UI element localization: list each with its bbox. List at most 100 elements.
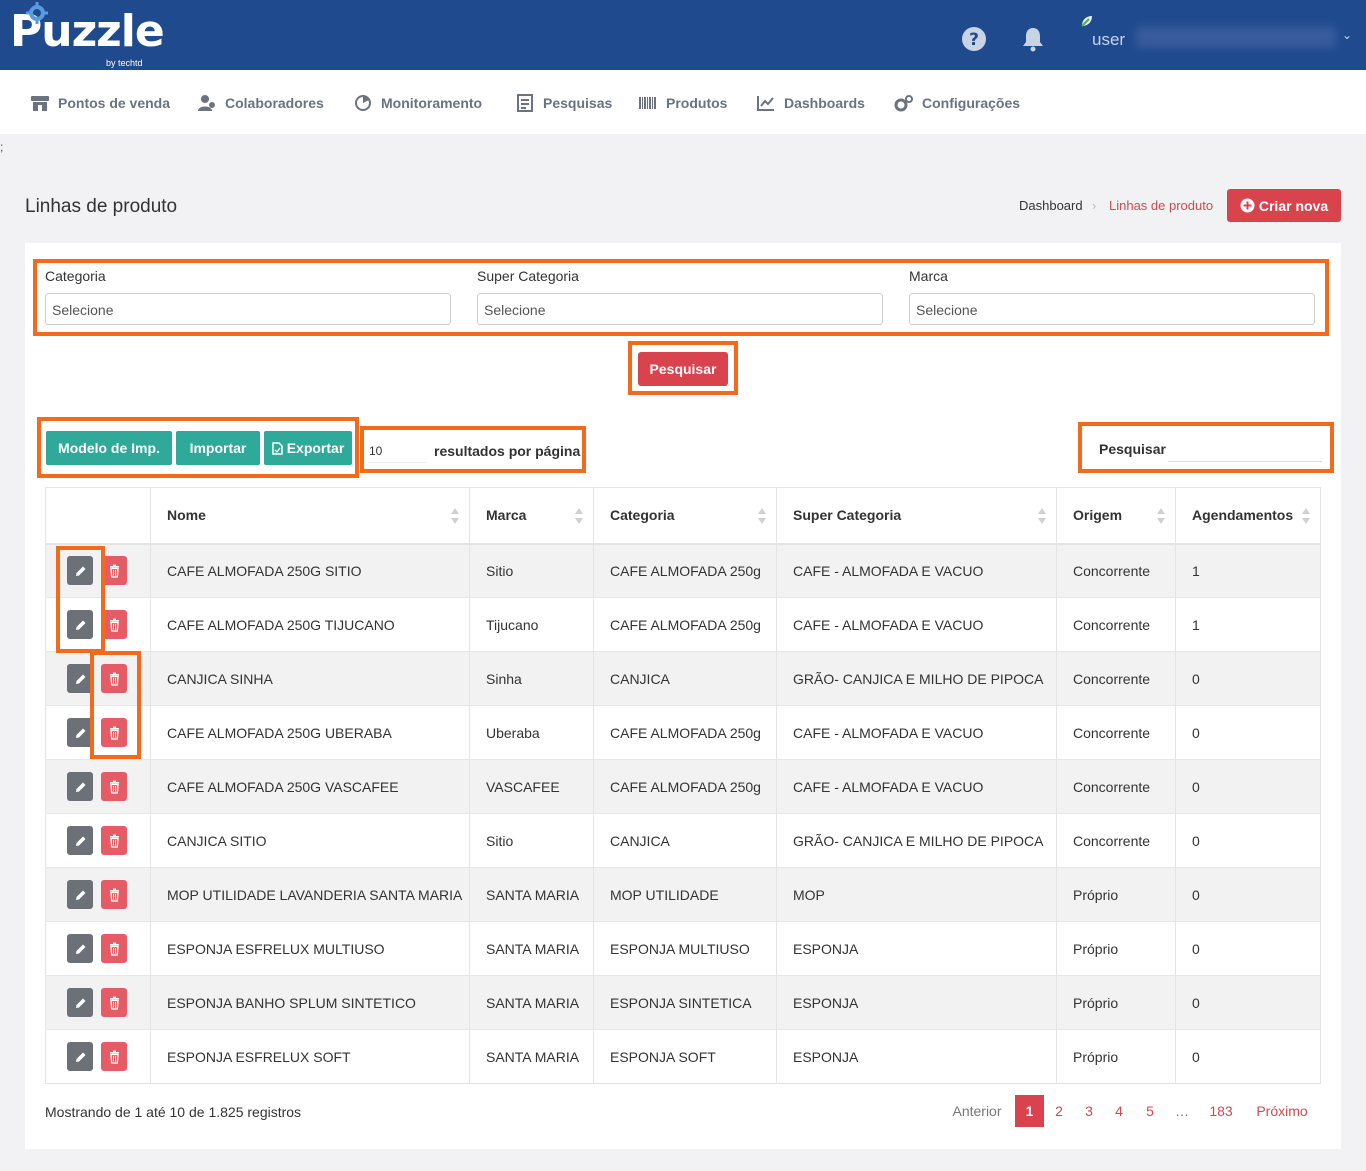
column-actions [45,487,151,545]
pagination-page-183[interactable]: 183 [1204,1095,1238,1127]
delete-button[interactable] [101,934,127,963]
cell-agendamentos: 0 [1175,705,1321,760]
cell-agendamentos: 0 [1175,651,1321,706]
pagination-previous[interactable]: Anterior [944,1095,1010,1127]
cell-super-categoria: CAFE - ALMOFADA E VACUO [776,597,1057,652]
cell-super-categoria: CAFE - ALMOFADA E VACUO [776,705,1057,760]
edit-button[interactable] [67,772,93,801]
sort-icon[interactable] [1157,508,1165,524]
barcode-icon [639,97,656,109]
nav-item-produtos[interactable]: Produtos [638,94,727,112]
nav-item-monitoramento[interactable]: Monitoramento [353,94,482,112]
column-marca-label: Marca [486,507,527,524]
sort-icon[interactable] [451,508,459,524]
cell-super-categoria: ESPONJA [776,1029,1057,1084]
breadcrumb-separator: › [1092,198,1097,213]
pagination-page-5[interactable]: 5 [1138,1095,1162,1127]
edit-button[interactable] [67,988,93,1017]
cell-nome: CAFE ALMOFADA 250G UBERABA [150,705,470,760]
sort-icon[interactable] [758,508,766,524]
nav-item-configuracoes[interactable]: Configurações [894,94,1020,112]
delete-button[interactable] [101,880,127,909]
nav-item-dashboards[interactable]: Dashboards [756,94,865,112]
filter-marca-select[interactable]: Selecione [909,293,1315,325]
sort-icon[interactable] [1038,508,1046,524]
chart-icon [757,96,774,111]
radar-icon [355,95,371,111]
nav-item-label: Colaboradores [225,95,324,111]
import-button[interactable]: Importar [176,431,260,465]
cell-marca: VASCAFEE [469,759,594,814]
nav-item-pesquisas[interactable]: Pesquisas [515,94,612,112]
nav-item-colaboradores[interactable]: Colaboradores [197,94,324,112]
nav-item-label: Produtos [666,95,728,111]
export-button[interactable]: Exportar [264,431,352,465]
trash-icon [109,888,119,902]
nav-item-pontos-de-venda[interactable]: Pontos de venda [30,94,170,112]
cell-agendamentos: 0 [1175,867,1321,922]
create-new-button[interactable]: Criar nova [1227,189,1341,222]
puzzle-logo[interactable]: Puzzle by techtd [10,2,165,68]
column-super-categoria[interactable]: Super Categoria [776,487,1057,545]
user-menu[interactable]: user ⌄ [1080,16,1360,58]
stray-text: ; [0,140,4,154]
cell-categoria: ESPONJA SINTETICA [593,975,777,1030]
cell-categoria: ESPONJA SOFT [593,1029,777,1084]
delete-button[interactable] [101,1042,127,1071]
trash-icon [109,942,119,956]
edit-button[interactable] [67,1042,93,1071]
cell-super-categoria: ESPONJA [776,921,1057,976]
cell-nome: CAFE ALMOFADA 250G TIJUCANO [150,597,470,652]
edit-button[interactable] [67,934,93,963]
pencil-icon [75,890,85,900]
filter-super-categoria-select[interactable]: Selecione [477,293,883,325]
cell-origem: Concorrente [1056,759,1176,814]
model-button[interactable]: Modelo de Imp. [46,431,172,465]
breadcrumb-dashboard[interactable]: Dashboard [1019,198,1083,213]
pagination-page-2[interactable]: 2 [1047,1095,1071,1127]
table-search-input[interactable] [1168,461,1322,462]
cell-nome: MOP UTILIDADE LAVANDERIA SANTA MARIA [150,867,470,922]
per-page-input[interactable]: 10 [368,441,426,463]
column-super-categoria-label: Super Categoria [793,507,902,524]
pagination-page-4[interactable]: 4 [1107,1095,1131,1127]
help-icon[interactable]: ? [961,26,987,52]
pencil-icon [75,782,85,792]
sort-icon[interactable] [1302,508,1310,524]
top-bar: Puzzle by techtd ? user ⌄ [0,0,1366,70]
cell-actions [45,867,151,922]
cell-actions [45,921,151,976]
table-row: CANJICA SITIO Sitio CANJICA GRÃO- CANJICA E… [45,813,1321,868]
table-row: CAFE ALMOFADA 250G UBERABA Uberaba CAFE AL… [45,705,1321,760]
cell-categoria: MOP UTILIDADE [593,867,777,922]
bell-icon[interactable] [1020,26,1046,52]
edit-button[interactable] [67,880,93,909]
user-name-redacted [1136,26,1336,48]
pagination-page-3[interactable]: 3 [1077,1095,1101,1127]
column-categoria[interactable]: Categoria [593,487,777,545]
cell-super-categoria: ESPONJA [776,975,1057,1030]
delete-button[interactable] [101,988,127,1017]
table-row: CAFE ALMOFADA 250G TIJUCANO Tijucano CAFE … [45,597,1321,652]
column-agendamentos-label: Agendamentos [1192,507,1294,524]
trash-icon [109,780,119,794]
edit-button[interactable] [67,826,93,855]
column-agendamentos[interactable]: Agendamentos [1175,487,1321,545]
column-origem[interactable]: Origem [1056,487,1176,545]
survey-icon [517,94,533,112]
cell-agendamentos: 0 [1175,813,1321,868]
filter-categoria-select[interactable]: Selecione [45,293,451,325]
nav-item-label: Monitoramento [381,95,483,111]
delete-button[interactable] [101,772,127,801]
cell-agendamentos: 0 [1175,759,1321,814]
search-button[interactable]: Pesquisar [638,352,728,386]
pagination-next[interactable]: Próximo [1248,1095,1316,1127]
pagination-page-1[interactable]: 1 [1015,1095,1044,1127]
column-marca[interactable]: Marca [469,487,594,545]
delete-button[interactable] [101,826,127,855]
sort-icon[interactable] [575,508,583,524]
filter-categoria-label: Categoria [45,268,106,284]
column-nome[interactable]: Nome [150,487,470,545]
cell-actions [45,1029,151,1084]
create-new-label: Criar nova [1258,197,1329,214]
